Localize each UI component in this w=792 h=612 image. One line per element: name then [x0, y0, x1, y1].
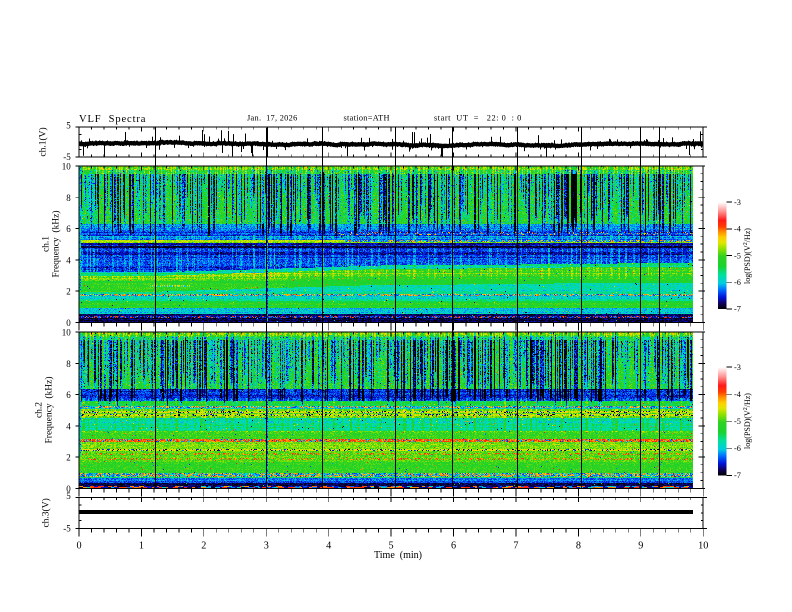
svg-text:station=ATH: station=ATH [344, 114, 390, 123]
svg-text:5: 5 [66, 121, 71, 131]
svg-text:-6: -6 [734, 278, 741, 287]
svg-text:0: 0 [76, 540, 81, 551]
svg-text:10: 10 [62, 162, 72, 172]
svg-text:VLF Spectra: VLF Spectra [79, 114, 146, 125]
svg-text:2: 2 [201, 540, 206, 551]
svg-text:8: 8 [66, 359, 71, 369]
svg-text:start UT = 22: 0 : 0: start UT = 22: 0 : 0 [434, 114, 522, 123]
svg-text:8: 8 [66, 193, 71, 203]
svg-text:0: 0 [66, 484, 71, 494]
svg-text:2: 2 [66, 287, 71, 297]
svg-text:log(PSD)(V2/Hz): log(PSD)(V2/Hz) [743, 228, 752, 284]
svg-text:-4: -4 [734, 390, 742, 399]
svg-text:7: 7 [513, 540, 518, 551]
svg-text:0: 0 [66, 318, 71, 328]
svg-text:ch.1(V): ch.1(V) [38, 127, 49, 156]
svg-text:6: 6 [451, 540, 456, 551]
svg-text:2: 2 [66, 453, 71, 463]
svg-text:-6: -6 [734, 444, 741, 453]
svg-text:-3: -3 [734, 198, 741, 207]
svg-text:Time (min): Time (min) [374, 550, 422, 561]
svg-text:10: 10 [62, 328, 72, 338]
svg-text:Frequency (kHz): Frequency (kHz) [44, 376, 55, 443]
svg-text:Frequency (kHz): Frequency (kHz) [51, 210, 62, 277]
svg-text:4: 4 [66, 421, 71, 431]
svg-text:-4: -4 [734, 225, 742, 234]
svg-text:-7: -7 [734, 305, 741, 314]
svg-text:-3: -3 [734, 363, 741, 372]
svg-text:-7: -7 [734, 471, 741, 480]
svg-text:-5: -5 [63, 523, 71, 533]
svg-text:-5: -5 [734, 417, 741, 426]
svg-text:ch.1: ch.1 [42, 236, 52, 252]
svg-text:3: 3 [264, 540, 269, 551]
svg-text:Jan. 17, 2026: Jan. 17, 2026 [247, 114, 298, 123]
svg-text:ch.3(V): ch.3(V) [41, 498, 52, 527]
svg-text:8: 8 [576, 540, 581, 551]
svg-text:6: 6 [66, 224, 71, 234]
svg-text:9: 9 [638, 540, 643, 551]
svg-text:log(PSD)(V2/Hz): log(PSD)(V2/Hz) [743, 393, 752, 449]
svg-text:-5: -5 [734, 251, 741, 260]
svg-text:4: 4 [326, 540, 331, 551]
svg-text:4: 4 [66, 255, 71, 265]
svg-text:10: 10 [698, 540, 708, 551]
svg-text:1: 1 [139, 540, 144, 551]
svg-text:ch.2: ch.2 [35, 402, 45, 418]
svg-text:6: 6 [66, 390, 71, 400]
